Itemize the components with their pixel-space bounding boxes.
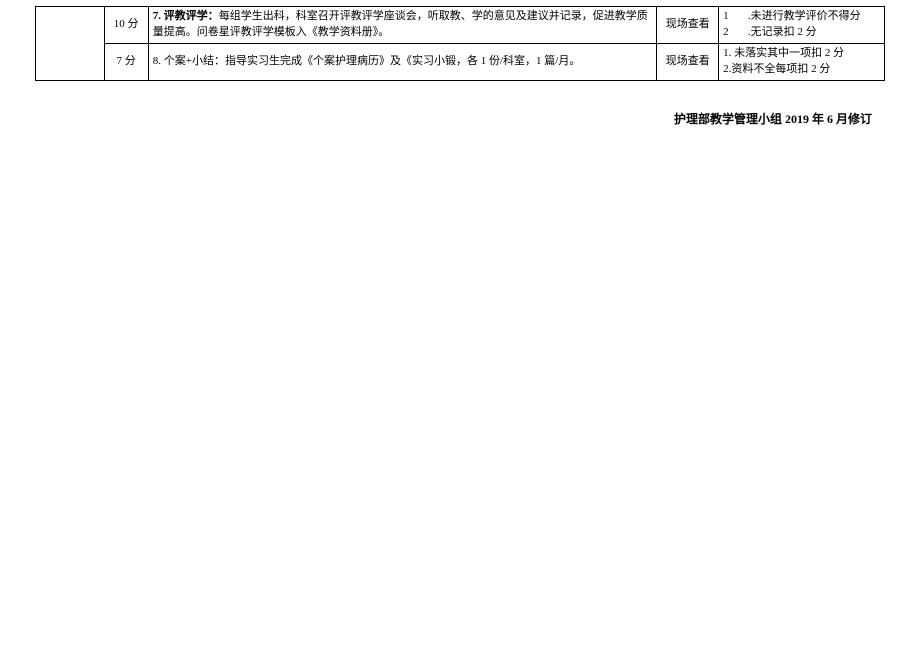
description-cell: 7. 评教评学：每组学生出科，科室召开评教评学座谈会，听取教、学的意见及建议并记… xyxy=(148,7,657,44)
description-cell: 8. 个案+小结：指导实习生完成《个案护理病历》及《实习小锻，各 1 份/科室，… xyxy=(148,43,657,80)
criteria-line: 2 .无记录扣 2 分 xyxy=(723,25,880,41)
table-container: 10 分 7. 评教评学：每组学生出科，科室召开评教评学座谈会，听取教、学的意见… xyxy=(0,0,920,81)
table-row: 7 分 8. 个案+小结：指导实习生完成《个案护理病历》及《实习小锻，各 1 份… xyxy=(36,43,885,80)
table-row: 10 分 7. 评教评学：每组学生出科，科室召开评教评学座谈会，听取教、学的意见… xyxy=(36,7,885,44)
desc-label: 7. 评教评学： xyxy=(153,10,219,22)
criteria-cell: 1. 未落实其中一项扣 2 分 2.资料不全每项扣 2 分 xyxy=(719,43,885,80)
desc-body: 每组学生出科，科室召开评教评学座谈会，听取教、学的意见及建议并记录，促进教学质量… xyxy=(153,10,648,38)
criteria-text: .未进行教学评价不得分 xyxy=(748,10,861,22)
empty-leading-cell xyxy=(36,7,105,81)
score-cell: 10 分 xyxy=(104,7,148,44)
footer-note: 护理部教学管理小组 2019 年 6 月修订 xyxy=(674,110,872,127)
criteria-line: 1. 未落实其中一项扣 2 分 xyxy=(723,46,880,62)
score-cell: 7 分 xyxy=(104,43,148,80)
method-cell: 现场查看 xyxy=(657,43,719,80)
criteria-cell: 1 .未进行教学评价不得分 2 .无记录扣 2 分 xyxy=(719,7,885,44)
criteria-line: 2.资料不全每项扣 2 分 xyxy=(723,62,880,78)
criteria-text: .无记录扣 2 分 xyxy=(748,26,817,38)
criteria-line: 1 .未进行教学评价不得分 xyxy=(723,9,880,25)
evaluation-table: 10 分 7. 评教评学：每组学生出科，科室召开评教评学座谈会，听取教、学的意见… xyxy=(35,6,885,81)
criteria-num: 1 xyxy=(723,10,729,22)
criteria-num: 2 xyxy=(723,26,729,38)
method-cell: 现场查看 xyxy=(657,7,719,44)
